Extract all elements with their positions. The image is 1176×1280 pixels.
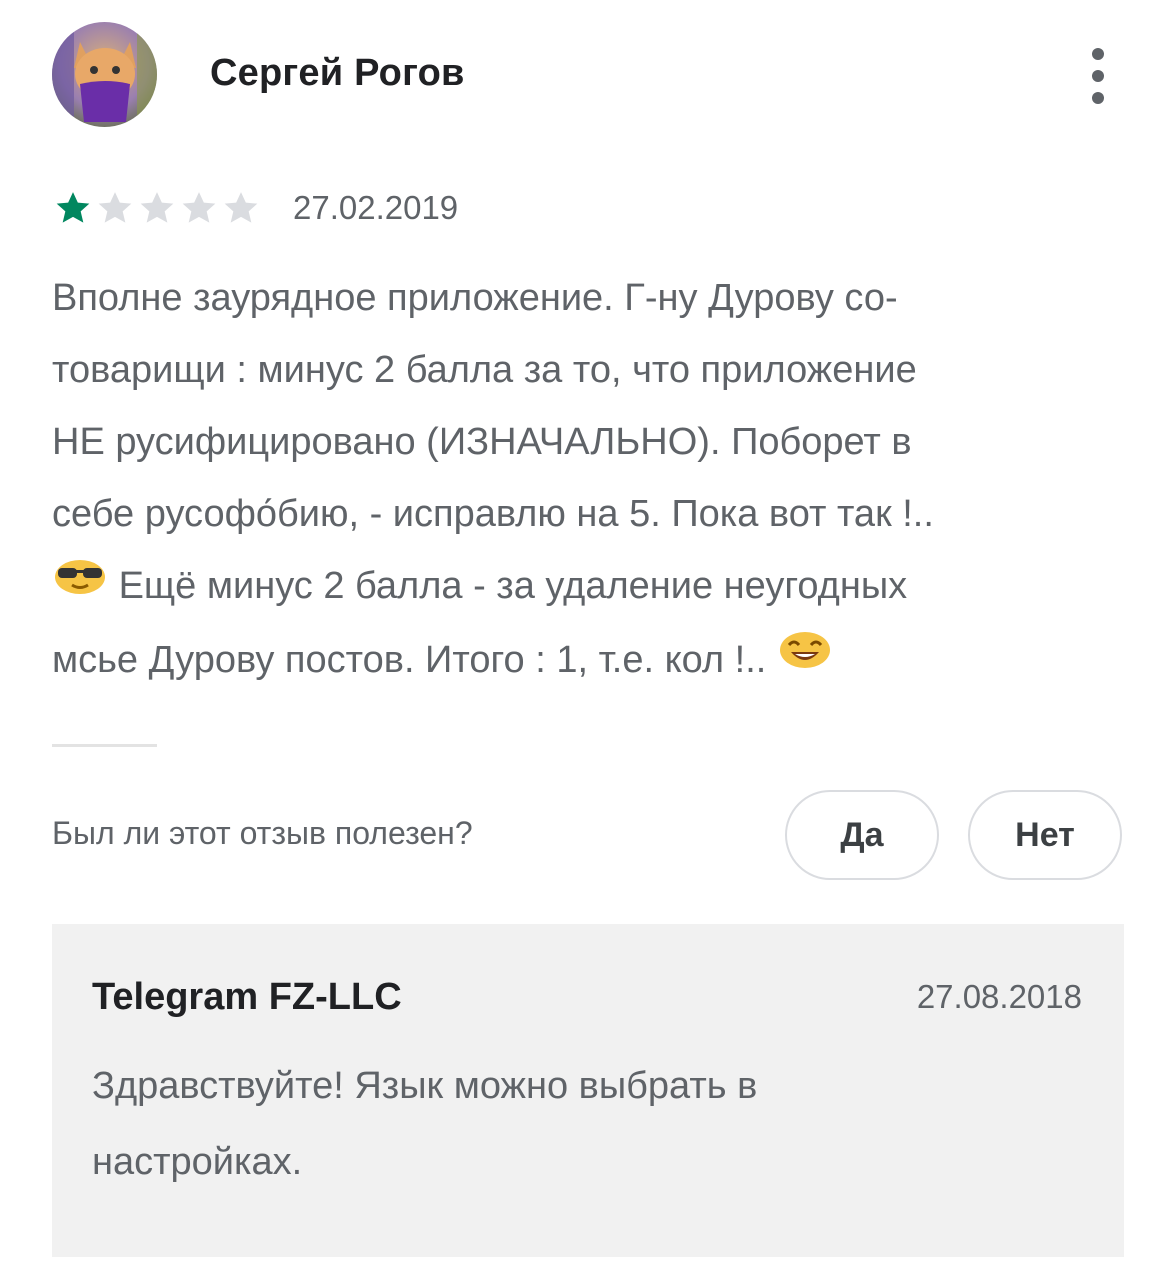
review-text-line: себе русофо́бию, - исправлю на 5. Пока в…	[52, 493, 934, 535]
reply-date: 27.08.2018	[916, 978, 1082, 1015]
star-empty-icon	[224, 192, 258, 223]
review-text: Вполне заурядное приложение. Г-ну Дурову…	[52, 262, 1142, 698]
review-text-line: Ещё минус 2 балла - за удаление неугодны…	[118, 565, 908, 607]
sunglasses-emoji-icon	[52, 548, 108, 620]
reply-author-name: Telegram FZ-LLC	[92, 976, 402, 1018]
review-text-line: Вполне заурядное приложение. Г-ну Дурову…	[52, 277, 898, 319]
helpful-no-button[interactable]: Нет	[968, 790, 1122, 880]
avatar[interactable]	[52, 22, 157, 127]
reply-text: Здравствуйте! Язык можно выбрать в настр…	[92, 1048, 1082, 1200]
grinning-emoji-icon	[777, 622, 833, 694]
review-text-line: НЕ русифицировано (ИЗНАЧАЛЬНО). Поборет …	[52, 421, 912, 463]
review-date: 27.02.2019	[293, 189, 459, 226]
divider	[52, 744, 157, 747]
developer-reply: Telegram FZ-LLC 27.08.2018 Здравствуйте!…	[52, 924, 1124, 1257]
reply-text-line: настройках.	[92, 1141, 303, 1183]
star-filled-icon	[56, 192, 90, 223]
review-text-line: товарищи : минус 2 балла за то, что прил…	[52, 349, 917, 391]
star-rating	[52, 188, 262, 228]
review-author-name: Сергей Рогов	[210, 52, 465, 94]
review-text-line: мсье Дурову постов. Итого : 1, т.е. кол …	[52, 638, 767, 681]
more-options-icon[interactable]	[1080, 48, 1116, 104]
star-empty-icon	[140, 192, 174, 223]
helpful-question: Был ли этот отзыв полезен?	[52, 815, 473, 851]
helpful-yes-button[interactable]: Да	[785, 790, 939, 880]
star-empty-icon	[182, 192, 216, 223]
review-text-line-with-emoji: Ещё минус 2 балла - за удаление неугодны…	[52, 550, 1142, 624]
star-empty-icon	[98, 192, 132, 223]
reply-text-line: Здравствуйте! Язык можно выбрать в	[92, 1065, 758, 1107]
review-text-line-with-emoji: мсье Дурову постов. Итого : 1, т.е. кол …	[52, 624, 1142, 698]
